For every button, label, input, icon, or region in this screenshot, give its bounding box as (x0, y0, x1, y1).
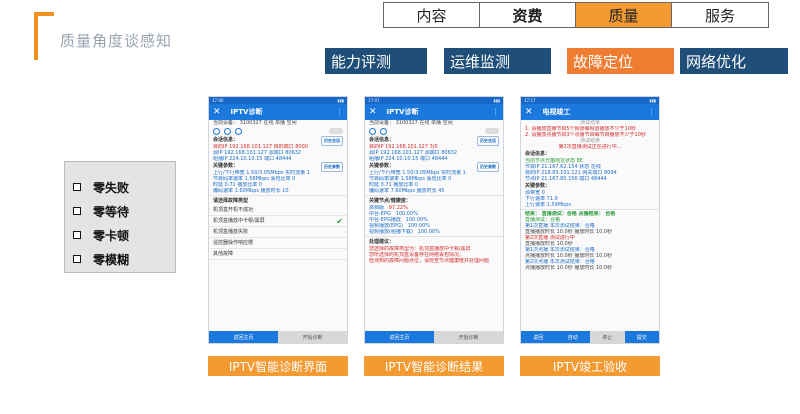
settings-icon[interactable] (380, 127, 387, 135)
fault-option[interactable]: 机顶盒播放中卡顿/黑屏 ✔ (209, 216, 347, 227)
param-row: 编码速率 1.60Mbps 播放时长 10 (213, 188, 289, 194)
info-icon[interactable] (235, 127, 242, 135)
app-title: IPTV诊断 (230, 108, 263, 116)
sub-tab-capability[interactable]: 能力评测 (325, 48, 427, 74)
app-bar: ✕ 电视竣工 ⋮ (521, 104, 659, 120)
checkbox-square-icon (73, 207, 81, 215)
history-session-button[interactable]: 历史会话 (321, 136, 343, 146)
tab-quality[interactable]: 质量 (576, 3, 672, 27)
principle-item: 零模糊 (73, 248, 175, 270)
param-row: 上行速率 1.59Mbps (525, 202, 571, 208)
history-params-button[interactable]: 历史参数 (477, 162, 499, 172)
caption-acceptance: IPTV竣工验收 (520, 356, 660, 376)
advice-line: 检测到的故障问题点位，请检查节点健康度并处理问题 (369, 258, 490, 264)
top-tabs: 内容 资费 质量 服务 (383, 2, 769, 28)
fault-option[interactable]: 遥控器操作响应慢 (209, 238, 347, 249)
phone-screen-result: 17:07 ▮▮▮ ✕ IPTV诊断 ⋮ 当前设备： 3100327 在线 单播 … (364, 96, 504, 344)
icon-row (365, 126, 503, 136)
close-icon[interactable]: ✕ (369, 107, 377, 117)
section-session: 会话信息： 历史会话 (365, 136, 503, 146)
start-diagnosis-button[interactable]: 开始诊断 (434, 331, 503, 343)
more-icon[interactable]: ⋮ (336, 108, 343, 116)
submit-button[interactable]: 提交 (624, 331, 659, 343)
divider (521, 209, 659, 210)
sub-tab-monitoring[interactable]: 运维监测 (444, 48, 551, 74)
phone-screen-acceptance: 17:17 ▮▮▮ ✕ 电视竣工 ⋮ 测试结果 1. 请播放直播节目5个频道每频道… (520, 96, 660, 344)
checkmark-icon: ✔ (336, 217, 343, 226)
param-row: 编码速率 7.60Mbps 播放时长 45 (369, 188, 445, 194)
fault-option[interactable]: 机顶盒播放失败 (209, 227, 347, 238)
principles-box: 零失败 零等待 零卡顿 零模糊 (64, 161, 176, 273)
back-button[interactable]: 返回 (521, 331, 556, 343)
health-row: 视频播放(组播下载) 100.00% (369, 229, 440, 235)
principle-item: 零失败 (73, 176, 175, 198)
icon-row (209, 126, 347, 136)
divider (365, 195, 503, 196)
phone-screen-diagnosis: 17:06 ▮▮▮ ✕ IPTV诊断 ⋮ 当前设备： 3100327 在线 单播 … (208, 96, 348, 344)
title-bracket (34, 12, 54, 60)
sub-tab-fault-location[interactable]: 故障定位 (567, 48, 674, 74)
stop-button[interactable]: 停止 (590, 331, 625, 343)
start-diagnosis-button[interactable]: 开始诊断 (278, 331, 347, 343)
bottom-bar: 返回主页 开始诊断 (209, 331, 347, 343)
tab-service[interactable]: 服务 (672, 3, 768, 27)
status-bar: 17:06 ▮▮▮ (209, 97, 347, 104)
help-icon[interactable] (369, 127, 376, 135)
more-icon[interactable]: ⋮ (492, 108, 499, 116)
fault-option[interactable]: 其他故障 (209, 249, 347, 260)
settings-icon[interactable] (224, 127, 231, 135)
divider (365, 236, 503, 237)
history-params-button[interactable]: 历史参数 (321, 162, 343, 172)
checkbox-square-icon (73, 183, 81, 191)
status-bar: 17:17 ▮▮▮ (521, 97, 659, 104)
principle-item: 零等待 (73, 200, 175, 222)
sub-tab-optimization[interactable]: 网络优化 (680, 48, 788, 74)
app-title: IPTV诊断 (386, 108, 419, 116)
tab-tariff[interactable]: 资费 (480, 3, 576, 27)
toggle-switch[interactable] (485, 128, 499, 134)
checkbox-square-icon (73, 231, 81, 239)
app-bar: ✕ IPTV诊断 ⋮ (365, 104, 503, 120)
history-session-button[interactable]: 历史会话 (477, 136, 499, 146)
bottom-bar: 返回 自动 停止 提交 (521, 331, 659, 343)
home-button[interactable]: 返回主页 (209, 331, 278, 343)
advice-title: 处理建议： (369, 239, 395, 245)
session-title: 会话信息： (525, 151, 551, 157)
section-session: 会话信息： 历史会话 (209, 136, 347, 146)
divider (209, 195, 347, 196)
home-button[interactable]: 返回主页 (365, 331, 434, 343)
toggle-switch[interactable] (329, 128, 343, 134)
key-params-title: 关键参数： (525, 183, 551, 189)
help-icon[interactable] (213, 127, 220, 135)
close-icon[interactable]: ✕ (213, 107, 221, 117)
auto-button[interactable]: 自动 (555, 331, 590, 343)
page-title: 质量角度谈感知 (60, 32, 173, 50)
caption-result: IPTV智能诊断结果 (364, 356, 504, 376)
status-bar: 17:07 ▮▮▮ (365, 97, 503, 104)
close-icon[interactable]: ✕ (525, 107, 533, 117)
result-row: 点播播放时长 10.0秒 播放时长 10.0秒 (525, 265, 613, 271)
principle-item: 零卡顿 (73, 224, 175, 246)
section-key-params: 关键参数： 历史参数 (365, 162, 503, 172)
checkbox-square-icon (73, 255, 81, 263)
app-title: 电视竣工 (542, 108, 571, 116)
more-icon[interactable]: ⋮ (648, 108, 655, 116)
caption-diagnosis: IPTV智能诊断界面 (208, 356, 348, 376)
bottom-bar: 返回主页 开始诊断 (365, 331, 503, 343)
app-bar: ✕ IPTV诊断 ⋮ (209, 104, 347, 120)
fault-type-title: 请选择故障类型 (213, 198, 249, 204)
health-title: 关键节点/健康度： (369, 198, 411, 204)
tab-content[interactable]: 内容 (384, 3, 480, 27)
fault-option[interactable]: 机顶盒开机不成功 (209, 205, 347, 216)
section-key-params: 关键参数： 历史参数 (209, 162, 347, 172)
